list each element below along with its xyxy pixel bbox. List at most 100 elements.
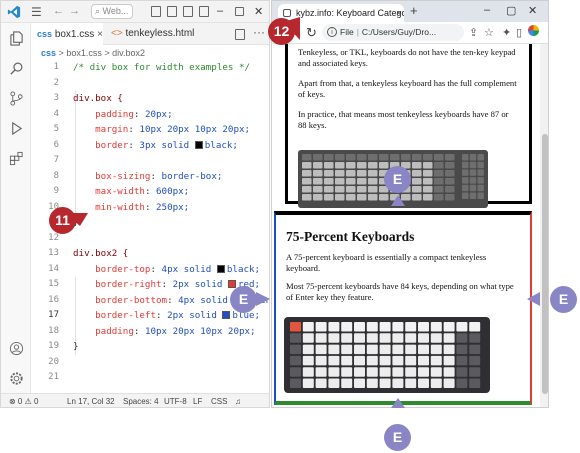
code-line-14: border-top: 4px solid black;	[95, 263, 261, 275]
address-url: C:/Users/Guy/Dro...	[361, 27, 437, 37]
css-value: 10px 20px 10px 20px;	[144, 325, 256, 337]
toggle-primary-sidebar-icon[interactable]	[151, 6, 161, 17]
maximize-icon[interactable]	[235, 7, 244, 16]
line-number: 16	[48, 294, 59, 305]
seventy-five-percent-keyboard-image	[284, 317, 490, 393]
eol-status[interactable]: LF	[193, 394, 202, 407]
split-editor-icon[interactable]	[235, 29, 245, 40]
address-bar[interactable]: i File | C:/Users/Guy/Dro...	[322, 24, 464, 41]
line-number: 21	[48, 372, 59, 382]
code-line-18: padding: 10px 20px 10px 20px;	[95, 325, 256, 337]
css-property: padding	[95, 325, 134, 337]
profile-avatar[interactable]	[528, 25, 539, 36]
line-number: 8	[53, 170, 59, 181]
e-callout-right: E	[550, 286, 577, 313]
line-number: 18	[48, 325, 59, 336]
accounts-icon[interactable]	[9, 341, 24, 356]
close-window-icon[interactable]: ✕	[528, 4, 537, 17]
browser-menu-icon[interactable]: ⋮	[543, 26, 548, 39]
new-tab-button[interactable]: +	[410, 3, 418, 18]
close-window-icon[interactable]: ✕	[254, 5, 263, 18]
bookmark-star-icon[interactable]: ☆	[484, 26, 494, 39]
minimize-icon[interactable]: –	[217, 5, 223, 17]
css-value: 2px solid	[167, 310, 223, 321]
breadcrumb-symbol[interactable]: div.box2	[112, 48, 145, 58]
indentation-status[interactable]: Spaces: 4	[123, 394, 159, 407]
line-number: 3	[53, 93, 59, 103]
css-property: border	[95, 139, 129, 151]
toggle-panel-icon[interactable]	[167, 6, 177, 17]
css-property: border-right	[95, 279, 162, 290]
page-viewport[interactable]: Tenkeyless, or TKL, keyboards do not hav…	[272, 44, 540, 407]
css-property: margin	[95, 124, 129, 135]
css-property: padding	[95, 108, 134, 120]
share-icon[interactable]: ⇪	[469, 26, 478, 39]
code-lines: /* div box for width examples */ div.box…	[73, 60, 269, 386]
back-arrow-icon[interactable]: ←	[53, 5, 64, 17]
notifications-bell-icon[interactable]: ♫	[235, 394, 241, 407]
language-mode[interactable]: CSS	[211, 394, 227, 407]
browser-tab[interactable]: kybz.info: Keyboard Categories ×	[278, 4, 404, 22]
cursor-position[interactable]: Ln 17, Col 32	[67, 394, 115, 407]
breadcrumb-file[interactable]: box1.css	[66, 48, 102, 58]
breadcrumb-sep: >	[58, 48, 64, 58]
reload-icon[interactable]: ↻	[306, 25, 317, 41]
site-info-icon[interactable]: i	[327, 27, 337, 37]
tab-close-icon[interactable]: ×	[396, 4, 401, 22]
status-bar: ⊗ 0 ⚠ 0 Ln 17, Col 32 Spaces: 4 UTF-8 LF…	[1, 393, 269, 407]
code-line-3: div.box {	[73, 93, 123, 104]
page-scrollbar[interactable]	[540, 44, 548, 407]
minimize-icon[interactable]: –	[484, 4, 490, 16]
line-number: 2	[53, 77, 59, 88]
scrollbar-thumb[interactable]	[542, 134, 548, 394]
color-swatch-black[interactable]	[194, 140, 203, 149]
command-center-search[interactable]: ⌕ Web...	[91, 4, 133, 19]
css-value: border-box;	[161, 170, 223, 182]
forward-arrow-icon[interactable]: →	[69, 5, 80, 17]
search-icon[interactable]	[9, 61, 24, 76]
tab-label: box1.css	[54, 29, 95, 40]
line-number: 6	[53, 139, 59, 150]
css-value: 4px solid	[178, 294, 234, 306]
encoding-status[interactable]: UTF-8	[164, 394, 187, 407]
problems-status[interactable]: ⊗ 0 ⚠ 0	[9, 394, 38, 407]
toggle-secondary-sidebar-icon[interactable]	[183, 6, 193, 17]
line-number: 17	[48, 310, 59, 320]
css-value: black;	[226, 263, 261, 275]
maximize-icon[interactable]: ▢	[506, 4, 516, 17]
box1-paragraph: Apart from that, a tenkeyless keyboard h…	[298, 78, 517, 99]
html-file-icon: <>	[111, 28, 123, 39]
line-number: 7	[53, 155, 59, 165]
tab-tenkeyless-html[interactable]: <> tenkeyless.html	[105, 23, 215, 45]
extensions-puzzle-icon[interactable]: ✦	[502, 26, 511, 39]
vscode-logo-icon	[7, 5, 21, 19]
breadcrumb-sep: >	[104, 48, 110, 58]
line-number: 13	[48, 248, 59, 258]
side-panel-icon[interactable]: ▯	[516, 26, 522, 39]
css-value: 250px;	[156, 201, 190, 213]
color-swatch-red[interactable]	[227, 280, 236, 288]
color-swatch-blue[interactable]	[222, 311, 231, 319]
extensions-icon[interactable]	[9, 151, 24, 166]
line-number: 1	[53, 62, 59, 72]
source-control-icon[interactable]	[9, 91, 24, 106]
css-value: 20px;	[144, 108, 173, 120]
run-debug-icon[interactable]	[9, 121, 24, 136]
customize-layout-icon[interactable]	[199, 6, 209, 17]
code-line-1: /* div box for width examples */	[73, 62, 251, 73]
box1-paragraph: In practice, that means most tenkeyless …	[298, 109, 509, 130]
settings-gear-icon[interactable]	[9, 371, 24, 386]
line-number: 15	[48, 279, 59, 289]
css-value: 600px;	[156, 186, 190, 197]
line-number: 9	[53, 186, 59, 196]
menu-icon[interactable]: ☰	[31, 5, 42, 19]
editor-tabs: css box1.css × <> tenkeyless.html ···	[31, 23, 269, 45]
css-property: border-left	[95, 310, 156, 321]
more-actions-icon[interactable]: ···	[253, 25, 265, 39]
color-swatch-black[interactable]	[216, 264, 225, 273]
tab-close-icon[interactable]: ×	[97, 29, 103, 40]
tab-box1-css[interactable]: css box1.css ×	[31, 23, 103, 45]
explorer-icon[interactable]	[9, 31, 24, 46]
browser-tab-title: kybz.info: Keyboard Categories	[296, 8, 404, 18]
